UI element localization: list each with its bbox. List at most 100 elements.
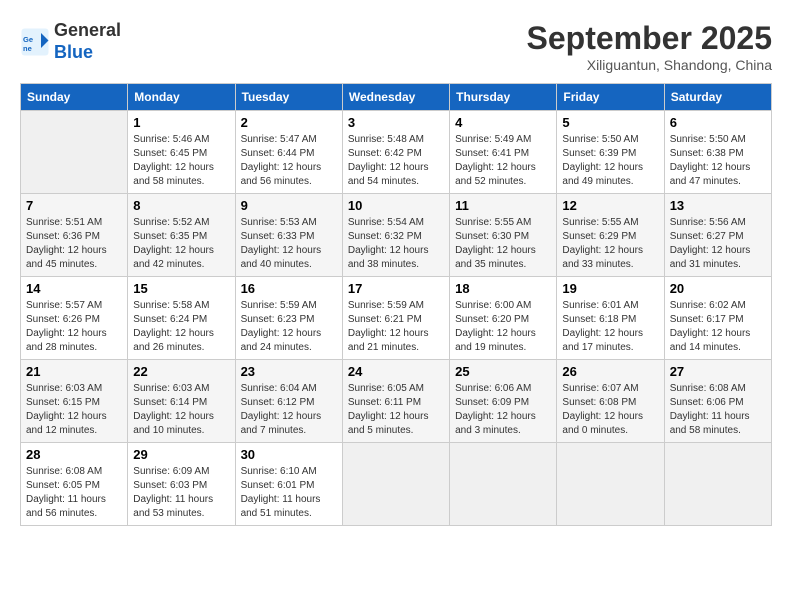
calendar-cell: 30 Sunrise: 6:10 AM Sunset: 6:01 PM Dayli… bbox=[235, 443, 342, 526]
day-info: Sunrise: 5:56 AM Sunset: 6:27 PM Dayligh… bbox=[670, 216, 766, 272]
day-number: 20 bbox=[670, 281, 766, 296]
calendar-cell: 11Sunrise: 5:55 AM Sunset: 6:30 PM Dayli… bbox=[450, 194, 557, 277]
day-number: 5 bbox=[562, 115, 658, 130]
calendar-cell: 12 Sunrise: 5:55 AM Sunset: 6:29 PM Dayli… bbox=[557, 194, 664, 277]
day-info: Sunrise: 5:51 AM Sunset: 6:36 PM Dayligh… bbox=[26, 216, 122, 272]
day-info: Sunrise: 5:53 AM Sunset: 6:33 PM Dayligh… bbox=[241, 216, 337, 272]
calendar-cell: 2 Sunrise: 5:47 AM Sunset: 6:44 PM Daylig… bbox=[235, 111, 342, 194]
calendar-cell: 25 Sunrise: 6:06 AM Sunset: 6:09 PM Dayli… bbox=[450, 360, 557, 443]
title-block: September 2025 Xiliguantun, Shandong, Ch… bbox=[527, 20, 772, 73]
day-number: 18 bbox=[455, 281, 551, 296]
day-info: Sunrise: 6:02 AM Sunset: 6:17 PM Dayligh… bbox=[670, 299, 766, 355]
day-number: 22 bbox=[133, 364, 229, 379]
day-number: 19 bbox=[562, 281, 658, 296]
calendar-cell: 3 Sunrise: 5:48 AM Sunset: 6:42 PM Daylig… bbox=[342, 111, 449, 194]
day-info: Sunrise: 5:48 AM Sunset: 6:42 PM Dayligh… bbox=[348, 133, 444, 189]
svg-text:ne: ne bbox=[23, 44, 32, 53]
page-header: Ge ne General Blue September 2025 Xiligu… bbox=[20, 20, 772, 73]
calendar-cell: 29 Sunrise: 6:09 AM Sunset: 6:03 PM Dayli… bbox=[128, 443, 235, 526]
day-number: 21 bbox=[26, 364, 122, 379]
calendar-cell: 20 Sunrise: 6:02 AM Sunset: 6:17 PM Dayli… bbox=[664, 277, 771, 360]
day-number: 9 bbox=[241, 198, 337, 213]
day-info: Sunrise: 5:57 AM Sunset: 6:26 PM Dayligh… bbox=[26, 299, 122, 355]
day-number: 4 bbox=[455, 115, 551, 130]
day-number: 6 bbox=[670, 115, 766, 130]
logo-text: General Blue bbox=[54, 20, 121, 63]
calendar-cell bbox=[21, 111, 128, 194]
week-row-1: 1Sunrise: 5:46 AM Sunset: 6:45 PM Daylig… bbox=[21, 111, 772, 194]
logo-line2: Blue bbox=[54, 42, 121, 64]
day-number: 8 bbox=[133, 198, 229, 213]
calendar-cell: 16 Sunrise: 5:59 AM Sunset: 6:23 PM Dayli… bbox=[235, 277, 342, 360]
calendar-cell: 13Sunrise: 5:56 AM Sunset: 6:27 PM Dayli… bbox=[664, 194, 771, 277]
calendar-cell: 21 Sunrise: 6:03 AM Sunset: 6:15 PM Dayli… bbox=[21, 360, 128, 443]
day-number: 15 bbox=[133, 281, 229, 296]
calendar-cell: 7 Sunrise: 5:51 AM Sunset: 6:36 PM Daylig… bbox=[21, 194, 128, 277]
day-info: Sunrise: 5:59 AM Sunset: 6:23 PM Dayligh… bbox=[241, 299, 337, 355]
calendar-cell: 15Sunrise: 5:58 AM Sunset: 6:24 PM Dayli… bbox=[128, 277, 235, 360]
day-info: Sunrise: 6:09 AM Sunset: 6:03 PM Dayligh… bbox=[133, 465, 229, 521]
day-number: 12 bbox=[562, 198, 658, 213]
day-number: 17 bbox=[348, 281, 444, 296]
day-info: Sunrise: 6:03 AM Sunset: 6:14 PM Dayligh… bbox=[133, 382, 229, 438]
calendar-cell: 4 Sunrise: 5:49 AM Sunset: 6:41 PM Daylig… bbox=[450, 111, 557, 194]
day-info: Sunrise: 6:01 AM Sunset: 6:18 PM Dayligh… bbox=[562, 299, 658, 355]
day-number: 16 bbox=[241, 281, 337, 296]
day-number: 3 bbox=[348, 115, 444, 130]
day-info: Sunrise: 6:03 AM Sunset: 6:15 PM Dayligh… bbox=[26, 382, 122, 438]
day-info: Sunrise: 5:59 AM Sunset: 6:21 PM Dayligh… bbox=[348, 299, 444, 355]
calendar-cell bbox=[342, 443, 449, 526]
calendar-cell: 6 Sunrise: 5:50 AM Sunset: 6:38 PM Daylig… bbox=[664, 111, 771, 194]
day-number: 25 bbox=[455, 364, 551, 379]
day-number: 7 bbox=[26, 198, 122, 213]
calendar-cell: 19 Sunrise: 6:01 AM Sunset: 6:18 PM Dayli… bbox=[557, 277, 664, 360]
logo-line1: General bbox=[54, 20, 121, 42]
day-info: Sunrise: 6:07 AM Sunset: 6:08 PM Dayligh… bbox=[562, 382, 658, 438]
day-number: 28 bbox=[26, 447, 122, 462]
day-number: 2 bbox=[241, 115, 337, 130]
week-row-5: 28 Sunrise: 6:08 AM Sunset: 6:05 PM Dayli… bbox=[21, 443, 772, 526]
logo-icon: Ge ne bbox=[20, 27, 50, 57]
day-info: Sunrise: 6:08 AM Sunset: 6:05 PM Dayligh… bbox=[26, 465, 122, 521]
day-info: Sunrise: 6:05 AM Sunset: 6:11 PM Dayligh… bbox=[348, 382, 444, 438]
calendar-cell: 18 Sunrise: 6:00 AM Sunset: 6:20 PM Dayli… bbox=[450, 277, 557, 360]
day-info: Sunrise: 5:54 AM Sunset: 6:32 PM Dayligh… bbox=[348, 216, 444, 272]
day-info: Sunrise: 6:00 AM Sunset: 6:20 PM Dayligh… bbox=[455, 299, 551, 355]
day-header-thursday: Thursday bbox=[450, 84, 557, 111]
day-info: Sunrise: 5:55 AM Sunset: 6:29 PM Dayligh… bbox=[562, 216, 658, 272]
day-number: 30 bbox=[241, 447, 337, 462]
calendar-cell bbox=[557, 443, 664, 526]
day-number: 11 bbox=[455, 198, 551, 213]
day-info: Sunrise: 5:50 AM Sunset: 6:38 PM Dayligh… bbox=[670, 133, 766, 189]
location-subtitle: Xiliguantun, Shandong, China bbox=[527, 57, 772, 73]
week-row-3: 14 Sunrise: 5:57 AM Sunset: 6:26 PM Dayli… bbox=[21, 277, 772, 360]
day-number: 23 bbox=[241, 364, 337, 379]
calendar-table: SundayMondayTuesdayWednesdayThursdayFrid… bbox=[20, 83, 772, 526]
calendar-cell: 1Sunrise: 5:46 AM Sunset: 6:45 PM Daylig… bbox=[128, 111, 235, 194]
day-info: Sunrise: 6:10 AM Sunset: 6:01 PM Dayligh… bbox=[241, 465, 337, 521]
day-info: Sunrise: 5:49 AM Sunset: 6:41 PM Dayligh… bbox=[455, 133, 551, 189]
calendar-cell: 26Sunrise: 6:07 AM Sunset: 6:08 PM Dayli… bbox=[557, 360, 664, 443]
day-number: 29 bbox=[133, 447, 229, 462]
day-number: 24 bbox=[348, 364, 444, 379]
week-row-2: 7 Sunrise: 5:51 AM Sunset: 6:36 PM Daylig… bbox=[21, 194, 772, 277]
calendar-cell bbox=[664, 443, 771, 526]
calendar-cell: 17 Sunrise: 5:59 AM Sunset: 6:21 PM Dayli… bbox=[342, 277, 449, 360]
day-header-friday: Friday bbox=[557, 84, 664, 111]
day-number: 14 bbox=[26, 281, 122, 296]
day-info: Sunrise: 5:47 AM Sunset: 6:44 PM Dayligh… bbox=[241, 133, 337, 189]
calendar-cell: 23Sunrise: 6:04 AM Sunset: 6:12 PM Dayli… bbox=[235, 360, 342, 443]
day-header-tuesday: Tuesday bbox=[235, 84, 342, 111]
calendar-header-row: SundayMondayTuesdayWednesdayThursdayFrid… bbox=[21, 84, 772, 111]
day-info: Sunrise: 5:50 AM Sunset: 6:39 PM Dayligh… bbox=[562, 133, 658, 189]
day-number: 10 bbox=[348, 198, 444, 213]
svg-text:Ge: Ge bbox=[23, 35, 33, 44]
day-info: Sunrise: 6:08 AM Sunset: 6:06 PM Dayligh… bbox=[670, 382, 766, 438]
day-header-wednesday: Wednesday bbox=[342, 84, 449, 111]
calendar-cell: 24 Sunrise: 6:05 AM Sunset: 6:11 PM Dayli… bbox=[342, 360, 449, 443]
day-header-sunday: Sunday bbox=[21, 84, 128, 111]
day-info: Sunrise: 6:06 AM Sunset: 6:09 PM Dayligh… bbox=[455, 382, 551, 438]
day-number: 27 bbox=[670, 364, 766, 379]
day-info: Sunrise: 5:52 AM Sunset: 6:35 PM Dayligh… bbox=[133, 216, 229, 272]
calendar-cell: 9 Sunrise: 5:53 AM Sunset: 6:33 PM Daylig… bbox=[235, 194, 342, 277]
